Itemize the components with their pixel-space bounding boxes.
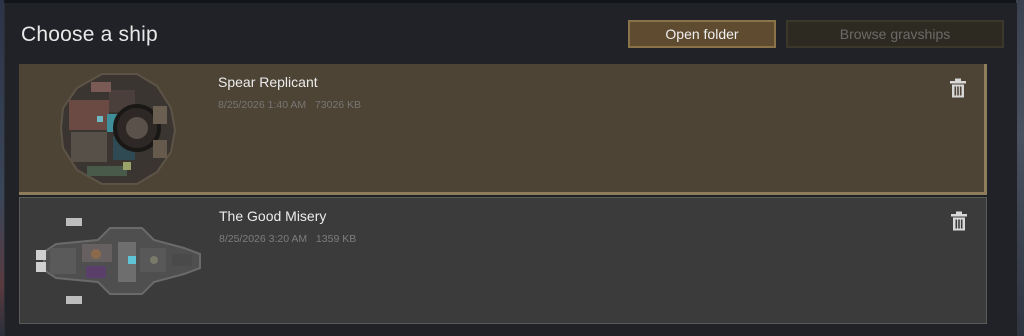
ship-list: Spear Replicant 8/25/2026 1:40 AM 73026 … [19, 64, 987, 332]
browse-gravships-button[interactable]: Browse gravships [786, 20, 1004, 48]
ship-meta: 8/25/2026 1:40 AM 73026 KB [218, 99, 361, 111]
ship-name: Spear Replicant [218, 74, 318, 90]
ship-size: 1359 KB [315, 233, 357, 245]
ship-thumbnail [36, 218, 201, 304]
ship-row-the-good-misery[interactable]: The Good Misery 8/25/2026 3:20 AM 1359 K… [19, 197, 987, 324]
open-folder-button[interactable]: Open folder [628, 20, 776, 48]
dialog-title: Choose a ship [21, 23, 158, 46]
ship-row-spear-replicant[interactable]: Spear Replicant 8/25/2026 1:40 AM 73026 … [19, 64, 987, 195]
trash-icon[interactable] [949, 78, 967, 98]
trash-icon[interactable] [950, 211, 968, 231]
choose-ship-dialog: Choose a ship Open folder Browse gravshi… [4, 3, 1017, 336]
ship-meta: 8/25/2026 3:20 AM 1359 KB [219, 233, 356, 245]
ship-size: 73026 KB [314, 99, 362, 111]
ship-thumbnail [59, 73, 177, 185]
ship-date: 8/25/2026 1:40 AM [218, 99, 307, 111]
ship-date: 8/25/2026 3:20 AM [219, 233, 308, 245]
ship-name: The Good Misery [219, 208, 327, 224]
background-edge-right [1016, 0, 1024, 336]
